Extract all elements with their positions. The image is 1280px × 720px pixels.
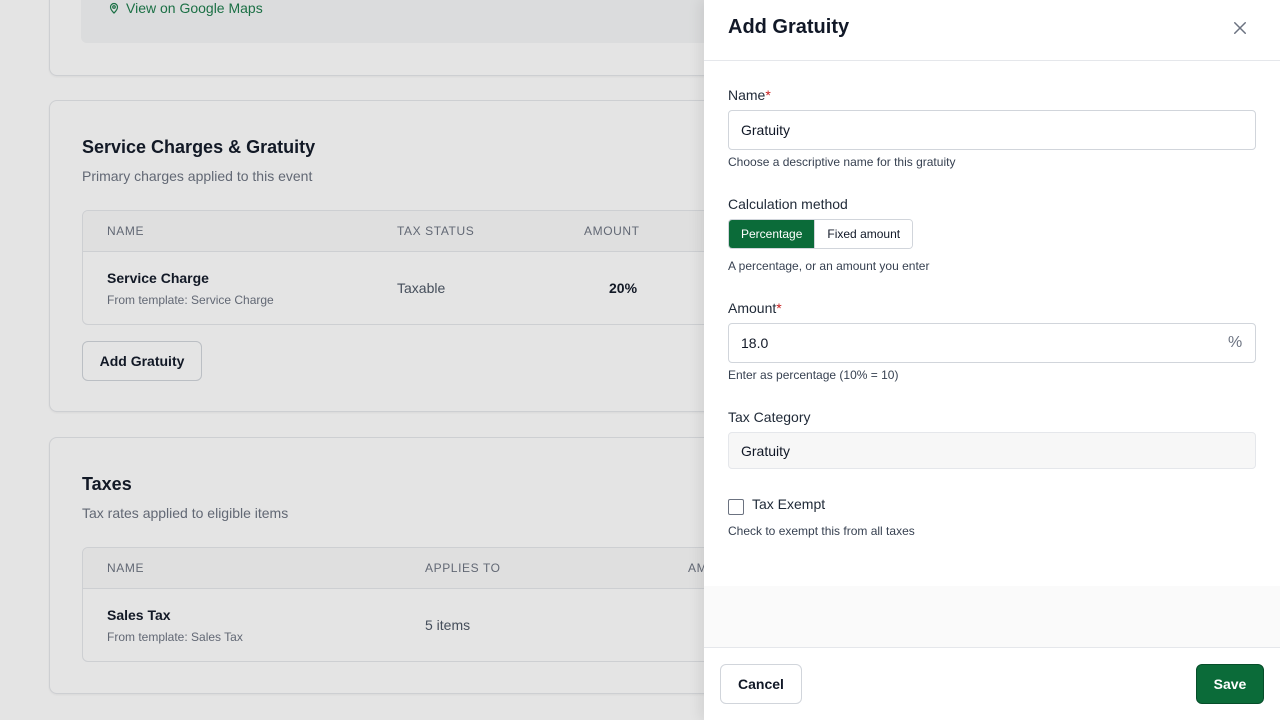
- name-label: Name*: [728, 87, 771, 103]
- required-mark: *: [765, 87, 771, 103]
- amount-help-text: Enter as percentage (10% = 10): [728, 368, 899, 382]
- tax-exempt-label[interactable]: Tax Exempt: [752, 496, 825, 512]
- drawer-body: Name* Choose a descriptive name for this…: [704, 61, 1280, 586]
- drawer-header: Add Gratuity: [704, 0, 1280, 61]
- cancel-button[interactable]: Cancel: [720, 664, 802, 704]
- name-label-text: Name: [728, 87, 766, 103]
- calculation-method-toggle: Percentage Fixed amount: [728, 219, 914, 249]
- drawer-footer: Cancel Save: [704, 647, 1280, 720]
- percent-suffix: %: [1228, 334, 1243, 351]
- fixed-amount-option[interactable]: Fixed amount: [814, 220, 913, 248]
- percentage-option[interactable]: Percentage: [729, 220, 815, 248]
- amount-input[interactable]: [728, 323, 1256, 363]
- tax-category-label: Tax Category: [728, 409, 811, 425]
- save-button[interactable]: Save: [1196, 664, 1264, 704]
- close-button[interactable]: [1228, 16, 1252, 40]
- close-icon: [1234, 22, 1246, 34]
- calculation-method-label: Calculation method: [728, 196, 848, 212]
- add-gratuity-drawer: Add Gratuity Name* Choose a descriptive …: [704, 0, 1280, 720]
- required-mark: *: [776, 300, 782, 316]
- amount-label: Amount*: [728, 300, 782, 316]
- drawer-title: Add Gratuity: [728, 16, 850, 38]
- name-help-text: Choose a descriptive name for this gratu…: [728, 155, 956, 169]
- drawer-spacer: [704, 586, 1280, 647]
- calculation-method-help-text: A percentage, or an amount you enter: [728, 259, 930, 273]
- amount-label-text: Amount: [728, 300, 777, 316]
- tax-exempt-checkbox[interactable]: [728, 499, 744, 515]
- tax-exempt-help-text: Check to exempt this from all taxes: [728, 524, 915, 538]
- tax-category-field: [728, 432, 1256, 469]
- name-input[interactable]: [728, 110, 1256, 150]
